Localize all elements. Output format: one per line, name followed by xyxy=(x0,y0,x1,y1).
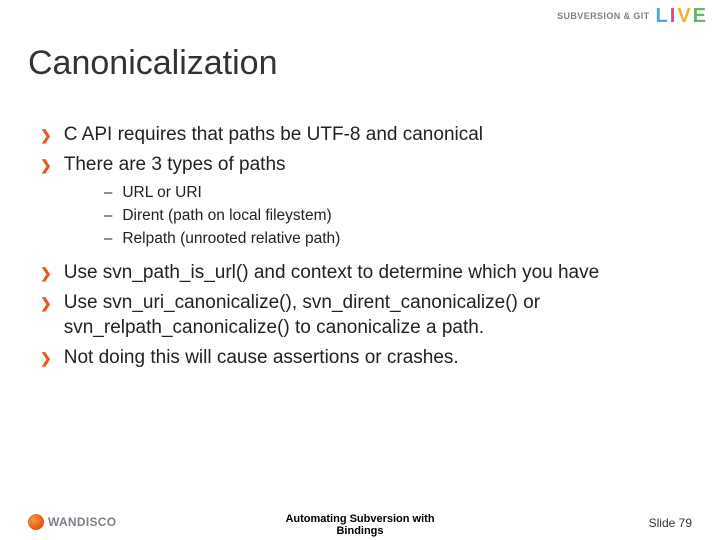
dash-icon: – xyxy=(104,207,112,224)
orb-icon xyxy=(28,514,44,530)
wandisco-logo: WANDISCO xyxy=(28,514,116,530)
bullet-text: Use svn_uri_canonicalize(), svn_dirent_c… xyxy=(64,290,680,341)
footer-title: Automating Subversion with Bindings xyxy=(285,513,434,538)
footer: WANDISCO Automating Subversion with Bind… xyxy=(0,498,720,540)
live-l-icon: L xyxy=(656,6,668,26)
footer-line2: Bindings xyxy=(285,525,434,538)
chevron-icon: ❯ xyxy=(40,265,52,282)
sub-item: – Dirent (path on local fileystem) xyxy=(104,206,680,227)
top-brand: SUBVERSION & GIT L I V E xyxy=(557,6,706,26)
bullet-item: ❯ Use svn_uri_canonicalize(), svn_dirent… xyxy=(40,290,680,341)
brand-text: SUBVERSION & GIT xyxy=(557,11,649,21)
bullet-item: ❯ C API requires that paths be UTF-8 and… xyxy=(40,122,680,148)
live-v-icon: V xyxy=(677,6,690,26)
dash-icon: – xyxy=(104,184,112,201)
bullet-text: Not doing this will cause assertions or … xyxy=(64,345,459,371)
sub-item: – Relpath (unrooted relative path) xyxy=(104,229,680,250)
sub-text: Relpath (unrooted relative path) xyxy=(122,229,340,250)
chevron-icon: ❯ xyxy=(40,350,52,367)
live-e-icon: E xyxy=(693,6,706,26)
bullet-text: C API requires that paths be UTF-8 and c… xyxy=(64,122,483,148)
bullet-item: ❯ Use svn_path_is_url() and context to d… xyxy=(40,260,680,286)
sub-item: – URL or URI xyxy=(104,183,680,204)
bullet-text: Use svn_path_is_url() and context to det… xyxy=(64,260,599,286)
bullet-text: There are 3 types of paths xyxy=(64,152,286,178)
chevron-icon: ❯ xyxy=(40,295,52,312)
dash-icon: – xyxy=(104,230,112,247)
page-title: Canonicalization xyxy=(28,44,278,83)
wandisco-text: WANDISCO xyxy=(48,515,116,529)
footer-line1: Automating Subversion with xyxy=(285,513,434,526)
content-area: ❯ C API requires that paths be UTF-8 and… xyxy=(40,120,680,375)
live-i-icon: I xyxy=(670,6,676,26)
slide-number: Slide 79 xyxy=(649,516,692,530)
chevron-icon: ❯ xyxy=(40,157,52,174)
bullet-item: ❯ There are 3 types of paths xyxy=(40,152,680,178)
live-logo: L I V E xyxy=(656,6,706,26)
sub-text: URL or URI xyxy=(122,183,202,204)
sub-text: Dirent (path on local fileystem) xyxy=(122,206,331,227)
bullet-item: ❯ Not doing this will cause assertions o… xyxy=(40,345,680,371)
chevron-icon: ❯ xyxy=(40,127,52,144)
sub-list: – URL or URI – Dirent (path on local fil… xyxy=(104,183,680,250)
